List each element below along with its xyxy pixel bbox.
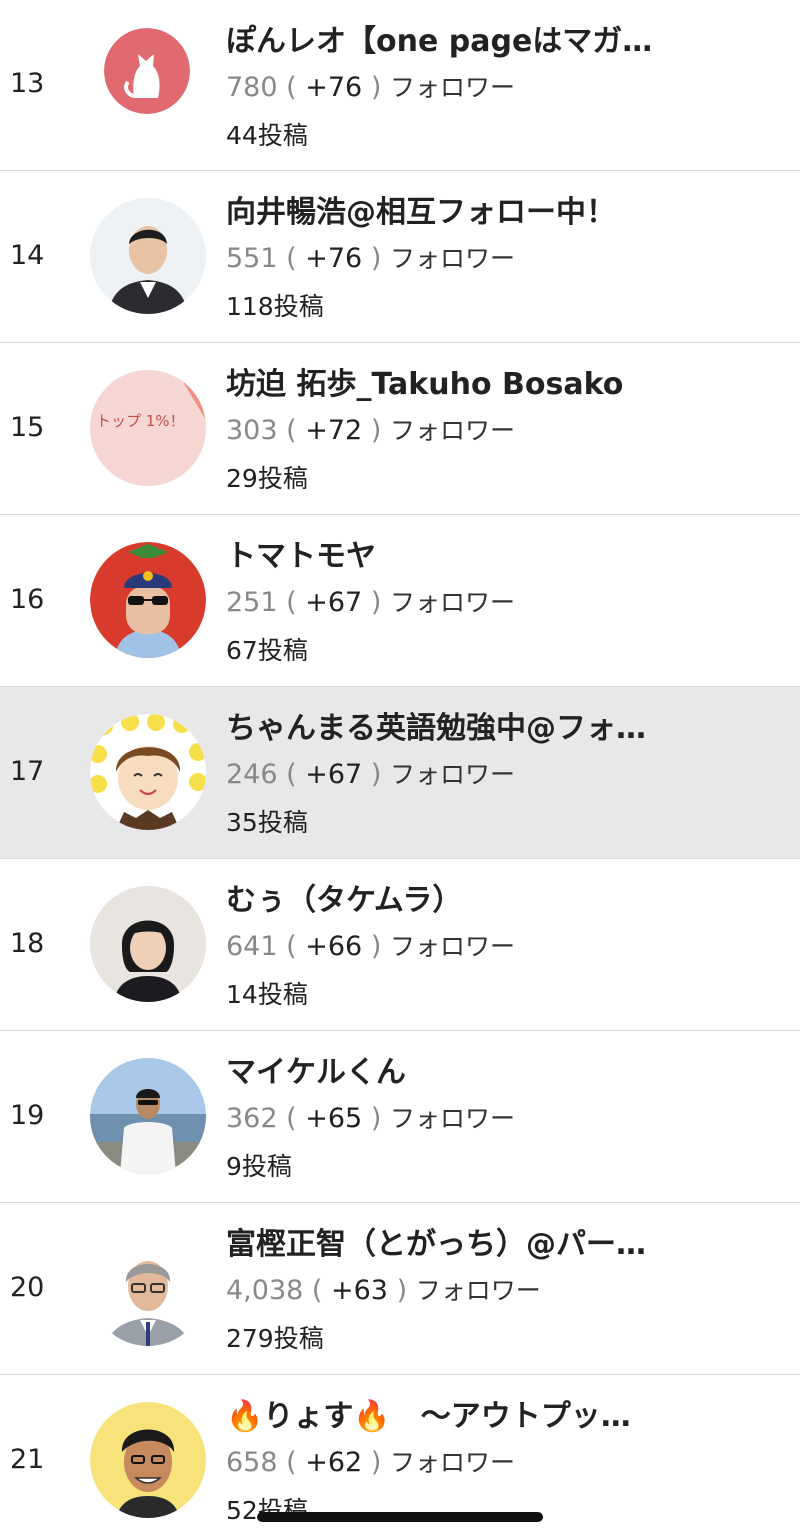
follower-count: 362 — [226, 1103, 278, 1134]
follower-delta: +72 — [305, 415, 363, 446]
post-count: 9投稿 — [226, 1152, 292, 1181]
follower-stats: 251 ( +67 ) フォロワー — [226, 587, 515, 618]
follower-delta: +76 — [305, 243, 363, 274]
post-count: 67投稿 — [226, 636, 308, 665]
user-avatar[interactable] — [90, 1058, 206, 1174]
follower-stats: 303 ( +72 ) フォロワー — [226, 415, 515, 446]
follower-count: 551 — [226, 243, 278, 274]
follower-count: 641 — [226, 931, 278, 962]
rank-number: 21 — [10, 1444, 45, 1475]
rank-number: 14 — [10, 240, 45, 271]
user-row[interactable]: 14 向井暢浩@相互フォロー中！ 551 ( +76 ) フォロワー 118投稿 — [0, 171, 800, 343]
follower-count: 4,038 — [226, 1275, 304, 1306]
user-row[interactable]: 15 トップ 1%！ 坊迫 拓歩_Takuho Bosako 303 ( +72… — [0, 343, 800, 515]
follower-label: フォロワー — [389, 760, 515, 789]
home-indicator[interactable] — [257, 1512, 543, 1522]
follower-delta: +67 — [305, 587, 363, 618]
man-glasses-photo — [90, 1230, 206, 1346]
rank-number: 15 — [10, 412, 45, 443]
woman-photo — [90, 886, 206, 1002]
follower-stats: 658 ( +62 ) フォロワー — [226, 1447, 515, 1478]
rank-number: 20 — [10, 1272, 45, 1303]
follower-delta: +65 — [305, 1103, 363, 1134]
cat-icon — [104, 28, 190, 114]
smiling-boy-illustration — [90, 714, 206, 830]
post-count: 14投稿 — [226, 980, 308, 1009]
user-avatar[interactable] — [90, 886, 206, 1002]
caricature-man-illustration — [90, 1402, 206, 1518]
user-row-highlighted[interactable]: 17 ちゃんまる英語勉強中@フォ… 246 ( +67 ) フォロワー 35投稿 — [0, 687, 800, 859]
user-ranking-list: 13 ぽんレオ【one pageはマガ… 780 ( +76 ) フォロワー 4… — [0, 0, 800, 1537]
follower-label: フォロワー — [389, 1104, 515, 1133]
user-row[interactable]: 19 マイケルくん 362 ( +65 ) フォロワー 9投稿 — [0, 1031, 800, 1203]
user-name[interactable]: ぽんレオ【one pageはマガ… — [226, 16, 652, 60]
user-avatar[interactable] — [90, 198, 206, 314]
follower-count: 246 — [226, 759, 278, 790]
user-row[interactable]: 20 富樫正智（とがっち）@パー… 4,038 ( +63 ) フォロワー 27… — [0, 1203, 800, 1375]
post-count: 118投稿 — [226, 292, 324, 321]
man-seaside-photo — [90, 1058, 206, 1174]
user-avatar[interactable] — [90, 1402, 206, 1518]
user-avatar[interactable] — [104, 28, 190, 114]
user-row[interactable]: 18 むぅ（タケムラ） 641 ( +66 ) フォロワー 14投稿 — [0, 859, 800, 1031]
rank-number: 13 — [10, 68, 45, 99]
follower-count: 251 — [226, 587, 278, 618]
user-row[interactable]: 13 ぽんレオ【one pageはマガ… 780 ( +76 ) フォロワー 4… — [0, 0, 800, 171]
man-suit-photo — [90, 198, 206, 314]
user-name[interactable]: 富樫正智（とがっち）@パー… — [226, 1219, 646, 1263]
rank-number: 16 — [10, 584, 45, 615]
user-name[interactable]: 坊迫 拓歩_Takuho Bosako — [226, 359, 623, 403]
follower-delta: +76 — [305, 72, 363, 103]
post-count: 35投稿 — [226, 808, 308, 837]
follower-count: 658 — [226, 1447, 278, 1478]
follower-delta: +63 — [331, 1275, 388, 1306]
follower-delta: +67 — [305, 759, 363, 790]
user-avatar[interactable] — [90, 714, 206, 830]
user-name[interactable]: 🔥りょす🔥 ～アウトプッ… — [226, 1391, 631, 1435]
follower-stats: 362 ( +65 ) フォロワー — [226, 1103, 515, 1134]
user-avatar[interactable] — [90, 542, 206, 658]
user-name[interactable]: トマトモヤ — [226, 531, 376, 575]
user-avatar[interactable] — [90, 1230, 206, 1346]
follower-label: フォロワー — [389, 1448, 515, 1477]
user-row[interactable]: 16 トマトモヤ 251 ( +67 ) フォロワー 67投稿 — [0, 515, 800, 687]
user-avatar[interactable]: トップ 1%！ — [90, 370, 206, 486]
post-count: 44投稿 — [226, 121, 308, 150]
follower-stats: 641 ( +66 ) フォロワー — [226, 931, 515, 962]
user-name[interactable]: マイケルくん — [226, 1047, 406, 1091]
post-count: 29投稿 — [226, 464, 308, 493]
follower-label: フォロワー — [389, 588, 515, 617]
follower-label: フォロワー — [389, 244, 515, 273]
follower-delta: +62 — [305, 1447, 363, 1478]
follower-label: フォロワー — [415, 1276, 541, 1305]
follower-label: フォロワー — [389, 416, 515, 445]
avatar-badge-text: トップ 1%！ — [96, 412, 185, 430]
tomato-man-illustration — [90, 542, 206, 658]
follower-count: 780 — [226, 72, 278, 103]
user-name[interactable]: むぅ（タケムラ） — [226, 875, 462, 919]
user-name[interactable]: ちゃんまる英語勉強中@フォ… — [226, 703, 646, 747]
follower-label: フォロワー — [389, 73, 515, 102]
post-count: 279投稿 — [226, 1324, 324, 1353]
rank-number: 17 — [10, 756, 45, 787]
follower-stats: 551 ( +76 ) フォロワー — [226, 243, 515, 274]
rank-number: 19 — [10, 1100, 45, 1131]
follower-stats: 780 ( +76 ) フォロワー — [226, 72, 515, 103]
user-name[interactable]: 向井暢浩@相互フォロー中！ — [226, 187, 616, 231]
follower-count: 303 — [226, 415, 278, 446]
follower-stats: 4,038 ( +63 ) フォロワー — [226, 1275, 541, 1306]
follower-stats: 246 ( +67 ) フォロワー — [226, 759, 515, 790]
follower-delta: +66 — [305, 931, 363, 962]
follower-label: フォロワー — [389, 932, 515, 961]
rank-number: 18 — [10, 928, 45, 959]
